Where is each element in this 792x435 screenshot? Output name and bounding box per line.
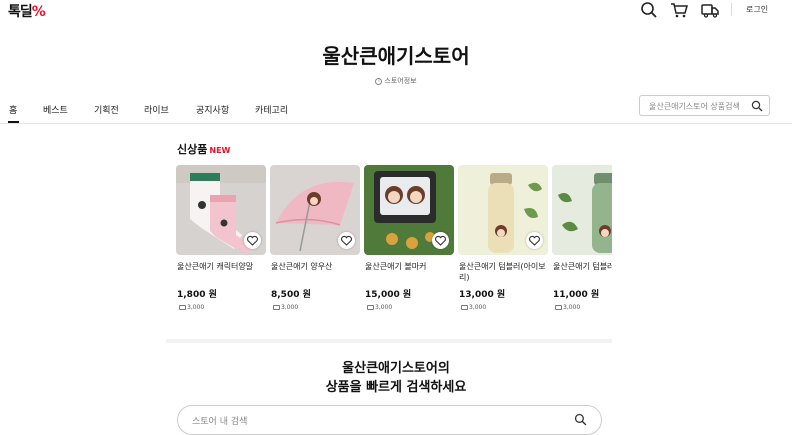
shipping-fee: 3,000 [461, 304, 486, 311]
new-products-carousel: 울산큰애기 캐릭터양말 1,800 원 3,000 울산큰애기 양우산 8,50… [176, 165, 612, 325]
product-name[interactable]: 울산큰애기 볼마커 [365, 261, 453, 272]
shipping-fee: 3,000 [273, 304, 298, 311]
login-link[interactable]: 로그인 [746, 4, 768, 15]
product-name[interactable]: 울산큰애기 텀블러(그린) [553, 261, 612, 272]
shipping-truck-icon [367, 305, 374, 310]
wishlist-heart-button[interactable] [432, 232, 449, 249]
new-products-heading: 신상품 NEW [177, 141, 230, 157]
shipping-truck-icon [179, 305, 186, 310]
heart-icon [247, 235, 258, 246]
shipping-fee-value: 3,000 [281, 304, 299, 311]
product-name[interactable]: 울산큰애기 캐릭터양말 [177, 261, 265, 272]
active-tab-indicator [8, 121, 19, 123]
store-info-link[interactable]: i 스토어정보 [0, 76, 792, 86]
search-icon[interactable] [640, 1, 658, 19]
heart-icon [341, 235, 352, 246]
product-price: 11,000 원 [553, 290, 600, 300]
delivery-truck-icon[interactable] [701, 1, 719, 19]
search-icon[interactable] [574, 413, 587, 426]
shipping-fee: 3,000 [555, 304, 580, 311]
shipping-fee-value: 3,000 [375, 304, 393, 311]
shipping-fee-value: 3,000 [469, 304, 487, 311]
product-price: 8,500 원 [271, 290, 311, 300]
search-cta-line2: 상품을 빠르게 검색하세요 [325, 380, 467, 395]
shipping-truck-icon [273, 305, 280, 310]
tab-live[interactable]: 라이브 [144, 103, 169, 116]
wishlist-heart-button[interactable] [244, 232, 261, 249]
product-name[interactable]: 울산큰애기 양우산 [271, 261, 359, 272]
product-price: 13,000 원 [459, 290, 506, 300]
header-divider [731, 3, 732, 16]
tab-notice[interactable]: 공지사항 [196, 103, 229, 116]
tab-home[interactable]: 홈 [9, 103, 17, 116]
section-divider [166, 339, 612, 343]
shipping-fee: 3,000 [179, 304, 204, 311]
heart-icon [529, 235, 540, 246]
new-products-title: 신상품 [177, 143, 208, 156]
in-store-search-placeholder: 스토어 내 검색 [192, 417, 248, 427]
product-price: 15,000 원 [365, 290, 412, 300]
tab-exhibition[interactable]: 기획전 [94, 103, 119, 116]
top-bar: 톡딜% 로그인 [0, 0, 792, 22]
talkdeal-logo[interactable]: 톡딜% [8, 1, 46, 21]
store-title: 울산큰애기스토어 [322, 44, 470, 68]
tab-category[interactable]: 카테고리 [255, 103, 288, 116]
info-icon: i [375, 77, 383, 85]
product-price: 1,800 원 [177, 290, 217, 300]
wishlist-heart-button[interactable] [338, 232, 355, 249]
search-icon[interactable] [751, 100, 763, 112]
shipping-fee-value: 3,000 [187, 304, 205, 311]
shipping-fee: 3,000 [367, 304, 392, 311]
store-info-label: 스토어정보 [384, 77, 417, 85]
product-image[interactable] [552, 165, 612, 255]
tab-best[interactable]: 베스트 [43, 103, 68, 116]
cart-icon[interactable] [670, 1, 688, 19]
heart-icon [435, 235, 446, 246]
wishlist-heart-button[interactable] [526, 232, 543, 249]
shipping-fee-value: 3,000 [563, 304, 581, 311]
search-cta-heading: 울산큰애기스토어의 상품을 빠르게 검색하세요 [0, 359, 792, 397]
product-name[interactable]: 울산큰애기 텀블러(아이보리) [459, 261, 547, 283]
store-search-input[interactable]: 울산큰애기스토어 상품검색 [639, 95, 770, 116]
search-cta-line1: 울산큰애기스토어의 [342, 361, 450, 376]
new-badge: NEW [209, 146, 231, 155]
shipping-truck-icon [555, 305, 562, 310]
store-search-placeholder: 울산큰애기스토어 상품검색 [649, 102, 740, 111]
shipping-truck-icon [461, 305, 468, 310]
tumbler-green-image [552, 165, 612, 255]
